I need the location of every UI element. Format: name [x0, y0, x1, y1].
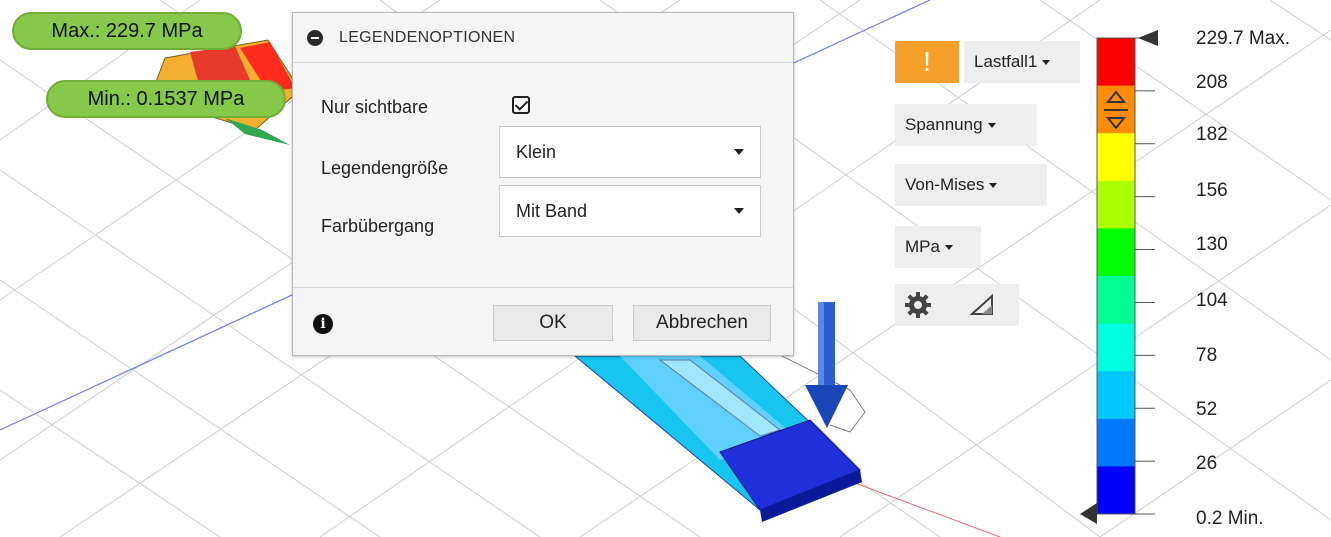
- legend-tick-label: 26: [1196, 453, 1217, 474]
- max-stress-tag[interactable]: Max.: 229.7 MPa: [12, 12, 242, 50]
- legend-tick-label: 229.7 Max.: [1196, 28, 1290, 49]
- legend-band: [1097, 180, 1135, 229]
- chevron-down-icon: [987, 122, 996, 128]
- legend-size-label: Legendengröße: [321, 158, 449, 178]
- legend-tick-label: 182: [1196, 124, 1228, 145]
- legend-tick-label: 156: [1196, 180, 1228, 201]
- visible-only-label: Nur sichtbare: [321, 97, 429, 117]
- legend-band: [1097, 133, 1135, 182]
- legend-tick-label: 208: [1196, 72, 1228, 93]
- legend-tick-label: 104: [1196, 290, 1228, 311]
- color-transition-value: Mit Band: [516, 200, 588, 221]
- dialog-footer: i OK Abbrechen: [293, 287, 793, 357]
- load-arrow[interactable]: [805, 302, 848, 428]
- max-marker-icon[interactable]: [1138, 30, 1158, 46]
- chevron-down-icon: [734, 149, 744, 155]
- visible-only-checkbox[interactable]: [512, 96, 530, 114]
- result-type-value: Spannung: [905, 115, 983, 134]
- color-transition-label: Farbübergang: [321, 216, 435, 236]
- legend-band: [1097, 276, 1135, 325]
- legend-band: [1097, 418, 1135, 467]
- warning-icon[interactable]: !: [895, 41, 959, 83]
- legend-tick-label: 130: [1196, 234, 1228, 255]
- legend-tick-label: 52: [1196, 399, 1217, 420]
- unit-dropdown[interactable]: MPa: [895, 226, 981, 268]
- legend-size-value: Klein: [516, 141, 557, 162]
- cancel-button[interactable]: Abbrechen: [633, 305, 771, 341]
- legend-size-select[interactable]: Klein: [499, 126, 761, 178]
- gear-icon[interactable]: [903, 290, 933, 320]
- legend-band: [1097, 38, 1135, 87]
- chevron-down-icon: [944, 244, 953, 250]
- collapse-icon[interactable]: [307, 29, 323, 46]
- stress-type-value: Von-Mises: [905, 175, 985, 194]
- color-transition-select[interactable]: Mit Band: [499, 185, 761, 237]
- chevron-down-icon: [989, 182, 998, 188]
- unit-value: MPa: [905, 237, 940, 256]
- dialog-header[interactable]: LEGENDENOPTIONEN: [293, 13, 793, 63]
- legend-band: [1097, 323, 1135, 372]
- legend-band: [1097, 371, 1135, 420]
- legend-tick-label: 78: [1196, 345, 1217, 366]
- info-icon[interactable]: i: [313, 314, 333, 334]
- legend-options-dialog: LEGENDENOPTIONEN Nur sichtbare Legendeng…: [292, 12, 794, 356]
- legend-band: [1097, 228, 1135, 277]
- min-marker-icon[interactable]: [1080, 503, 1097, 524]
- ok-button[interactable]: OK: [493, 305, 613, 341]
- color-legend[interactable]: 229.7 Max. 208 182 156 130 104 78 52 26 0.2 Min.: [1000, 0, 1331, 537]
- chevron-down-icon: [734, 208, 744, 214]
- dialog-title: LEGENDENOPTIONEN: [339, 28, 516, 46]
- legend-ticks: [1135, 37, 1155, 515]
- min-stress-tag[interactable]: Min.: 0.1537 MPa: [46, 80, 286, 118]
- legend-tick-label: 0.2 Min.: [1196, 508, 1264, 529]
- color-ramp-icon[interactable]: [970, 294, 994, 316]
- legend-band: [1097, 466, 1135, 515]
